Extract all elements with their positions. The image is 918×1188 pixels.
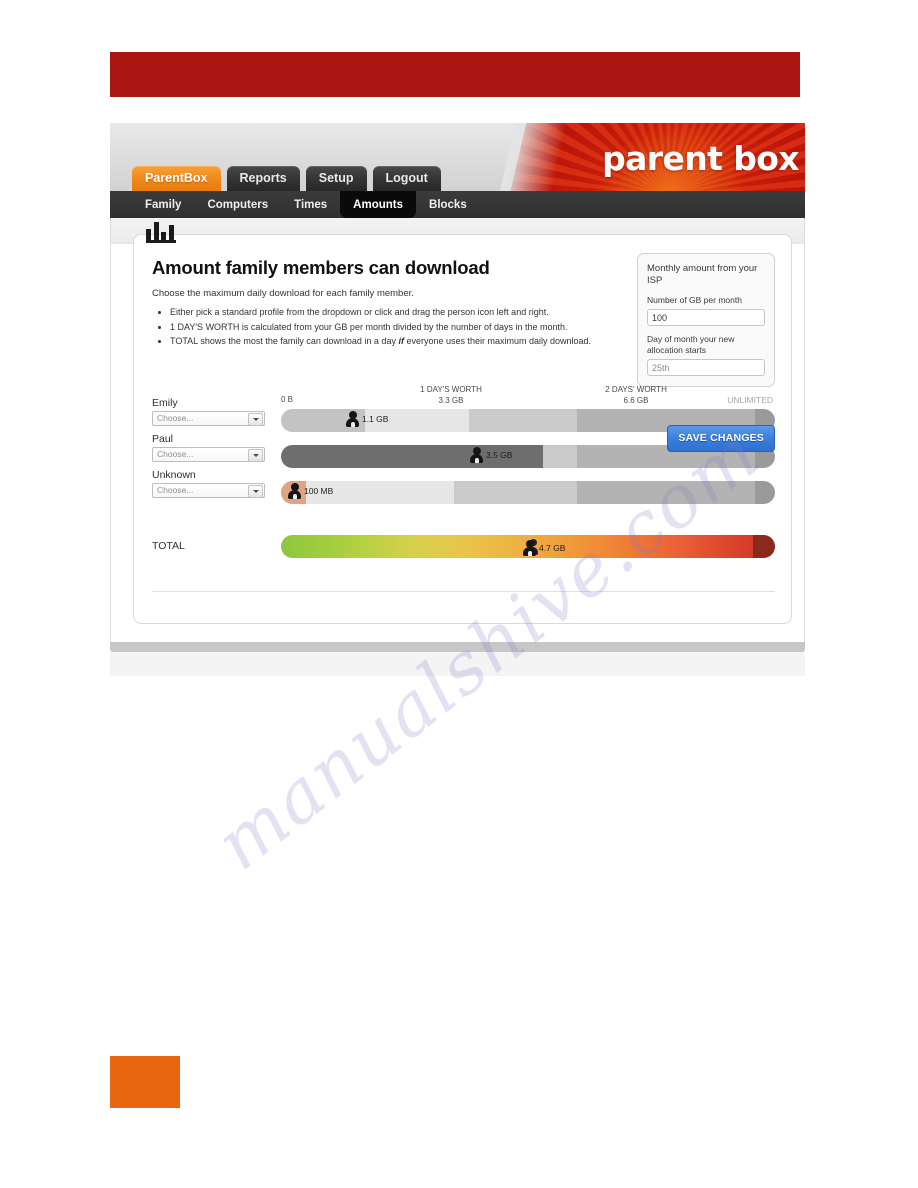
profile-select-emily[interactable]: Choose... [152, 411, 265, 426]
top-red-banner [110, 52, 800, 97]
total-label: TOTAL [152, 540, 185, 552]
profile-select-emily-value: Choose... [157, 413, 194, 423]
page-content: Amount family members can download Choos… [110, 218, 805, 642]
bottom-orange-block [110, 1056, 180, 1108]
tab-logout[interactable]: Logout [372, 166, 441, 191]
scale-tick-two-days: 2 DAYS' WORTH 6.6 GB [576, 385, 696, 406]
total-row: TOTAL 4.7 GB [152, 535, 775, 569]
allowance-value-paul: 3.5 GB [486, 450, 513, 460]
person-icon [287, 482, 302, 500]
section-divider [152, 591, 775, 592]
scale-tick-one-day: 1 DAY'S WORTH 3.3 GB [391, 385, 511, 406]
slider-handle-unknown[interactable]: 100 MB [287, 482, 333, 500]
isp-panel-title: Monthly amount from your ISP [647, 263, 758, 286]
scale-tick-unlimited: UNLIMITED [727, 395, 773, 405]
scale-tick-two-days-title: 2 DAYS' WORTH [605, 385, 667, 394]
person-icon [469, 446, 484, 464]
profile-select-unknown[interactable]: Choose... [152, 483, 265, 498]
app-footer-shadow [110, 652, 805, 676]
member-name-paul: Paul [152, 433, 174, 445]
allowance-value-emily: 1.1 GB [362, 414, 389, 424]
subtab-computers[interactable]: Computers [194, 191, 281, 218]
save-changes-button[interactable]: SAVE CHANGES [667, 425, 775, 452]
scale-tick-one-day-title: 1 DAY'S WORTH [420, 385, 482, 394]
subtab-amounts[interactable]: Amounts [340, 191, 417, 218]
isp-allowance-panel: Monthly amount from your ISP Number of G… [637, 253, 775, 387]
slider-handle-emily[interactable]: 1.1 GB [345, 410, 388, 428]
allocation-day-input[interactable] [647, 359, 765, 376]
member-row-unknown: Unknown Choose... 100 MB [152, 469, 775, 515]
subtab-times[interactable]: Times [281, 191, 340, 218]
profile-select-unknown-value: Choose... [157, 485, 194, 495]
tab-parentbox[interactable]: ParentBox [132, 166, 221, 191]
bar-chart-icon [146, 218, 176, 243]
amounts-card: Amount family members can download Choos… [133, 222, 792, 624]
allocation-day-label: Day of month your new allocation starts [647, 334, 735, 355]
instruction-3-post: everyone uses their maximum daily downlo… [403, 336, 592, 346]
profile-select-paul[interactable]: Choose... [152, 447, 265, 462]
profile-select-paul-value: Choose... [157, 449, 194, 459]
chevron-down-icon[interactable] [248, 449, 263, 462]
gb-per-month-label: Number of GB per month [647, 295, 742, 305]
tab-setup[interactable]: Setup [305, 166, 367, 191]
member-name-emily: Emily [152, 397, 178, 409]
slider-handle-paul[interactable]: 3.5 GB [469, 446, 512, 464]
tab-reports[interactable]: Reports [226, 166, 300, 191]
parentbox-app-window: parent box ParentBox Reports Setup Logou… [110, 123, 805, 679]
app-footer-bar [110, 642, 805, 652]
total-value: 4.7 GB [539, 543, 566, 553]
app-header: parent box ParentBox Reports Setup Logou… [110, 123, 805, 191]
subtab-family[interactable]: Family [132, 191, 194, 218]
gb-per-month-input[interactable] [647, 309, 765, 326]
scale-tick-one-day-value: 3.3 GB [438, 395, 464, 405]
scale-tick-zero: 0 B [281, 395, 294, 404]
member-name-unknown: Unknown [152, 469, 196, 481]
secondary-nav-bar: Family Computers Times Amounts Blocks [110, 191, 805, 218]
chevron-down-icon[interactable] [248, 413, 263, 426]
allowance-value-unknown: 100 MB [304, 486, 334, 496]
total-bar-cap [753, 535, 775, 558]
total-handle: 4.7 GB [522, 539, 565, 557]
brand-logo-text: parent box [602, 139, 799, 178]
people-icon [522, 539, 538, 557]
instruction-3-pre: TOTAL shows the most the family can down… [170, 336, 399, 346]
person-icon [345, 410, 360, 428]
allowance-slider-area: 0 B 1 DAY'S WORTH 3.3 GB 2 DAYS' WORTH 6… [152, 385, 775, 592]
allowance-slider-unknown[interactable] [281, 481, 775, 504]
subtab-blocks[interactable]: Blocks [416, 191, 480, 218]
primary-tab-bar: ParentBox Reports Setup Logout [132, 166, 441, 191]
slider-scale: 0 B 1 DAY'S WORTH 3.3 GB 2 DAYS' WORTH 6… [281, 385, 775, 409]
scale-tick-two-days-value: 6.6 GB [623, 395, 649, 405]
chevron-down-icon[interactable] [248, 485, 263, 498]
